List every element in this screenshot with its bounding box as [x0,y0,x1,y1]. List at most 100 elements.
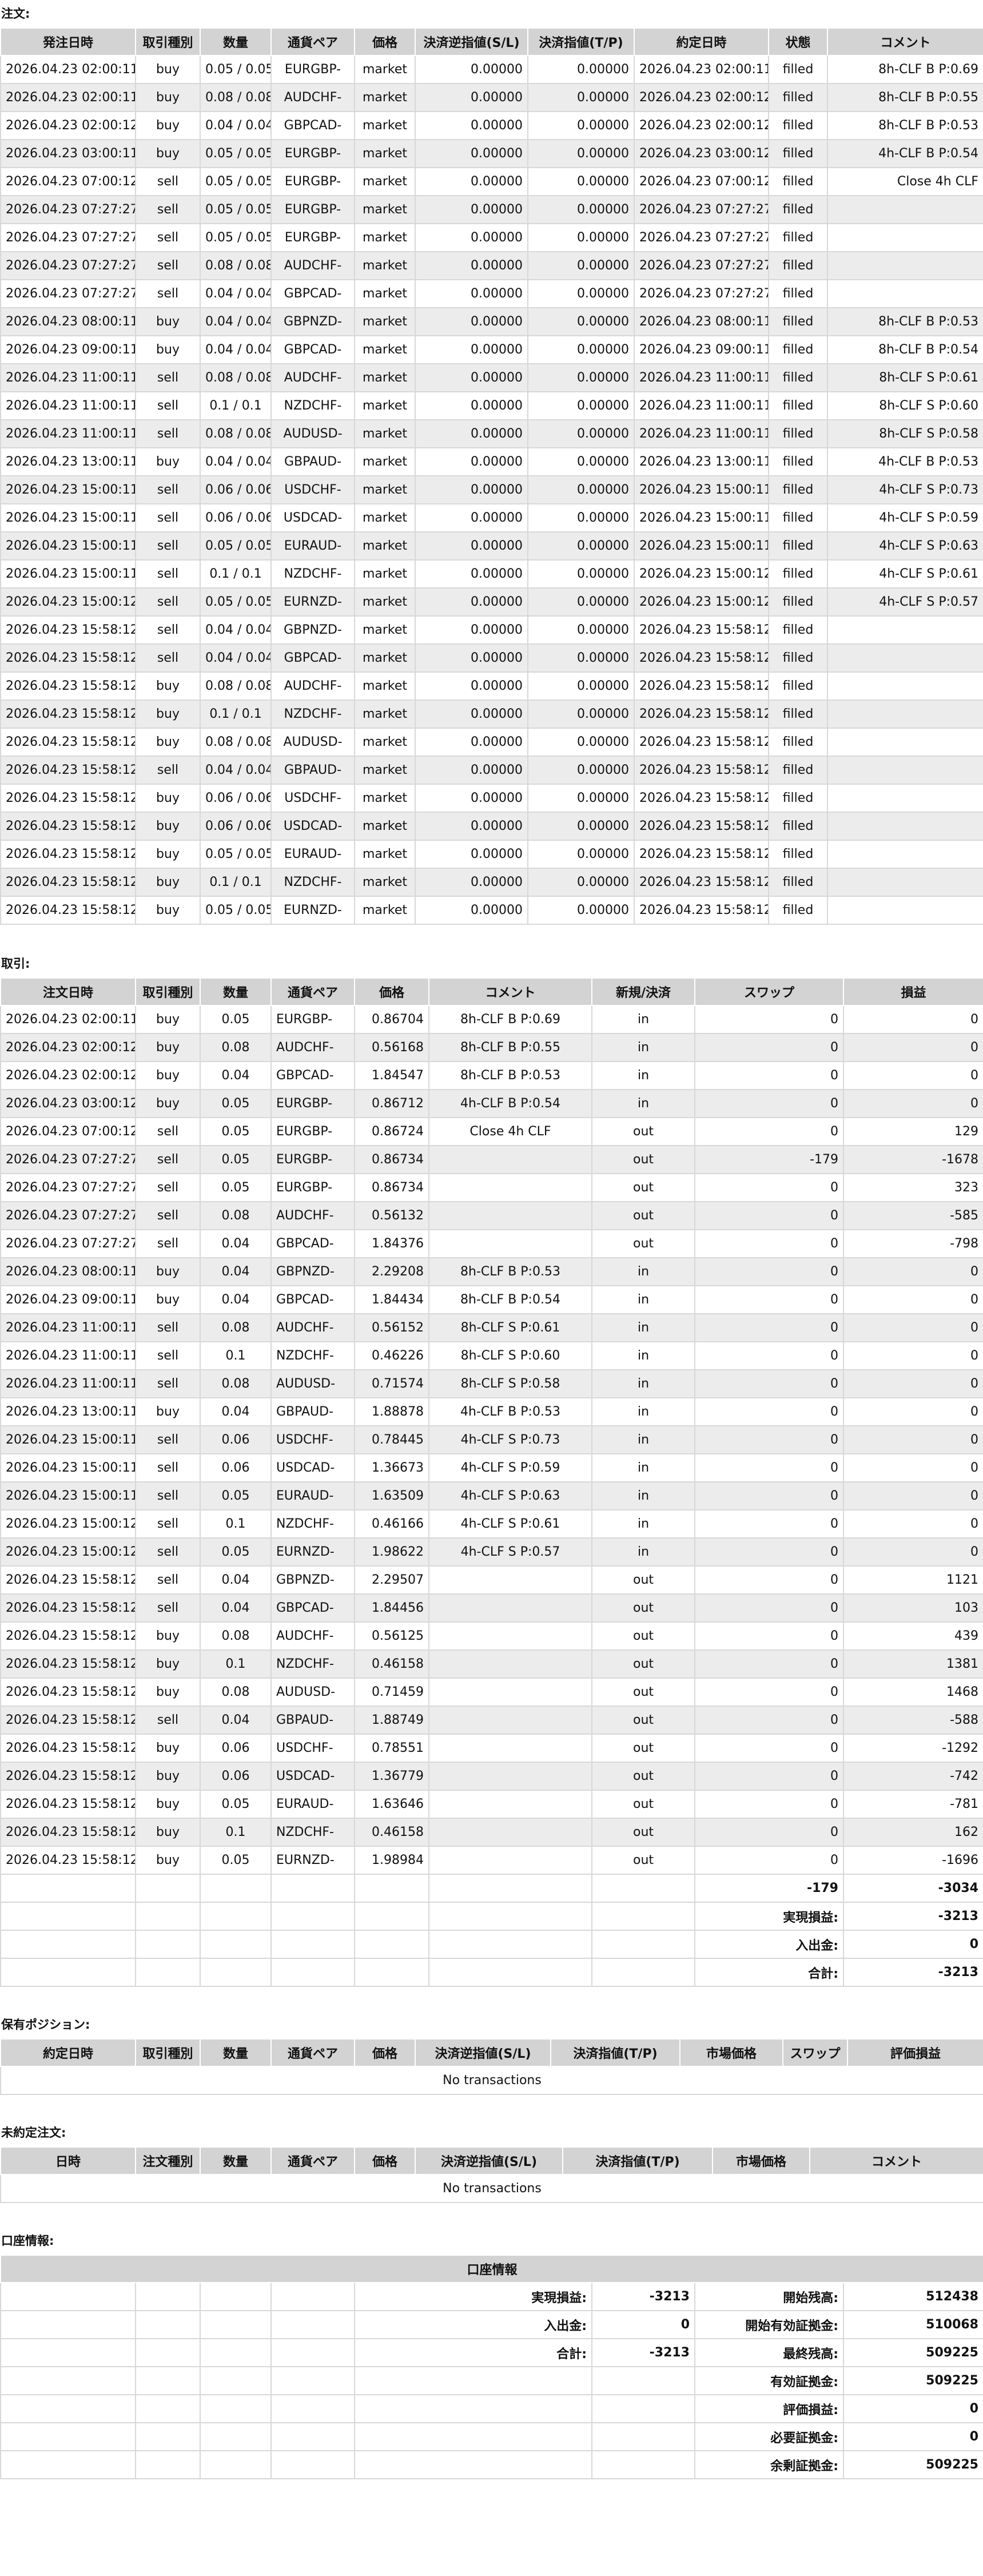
column-header: 新規/決済 [591,977,695,1006]
order-volume: 0.08 / 0.08 [200,671,272,701]
deal-swap: 0 [694,1565,844,1595]
deal-comment: 8h-CLF S P:0.61 [428,1313,592,1342]
order-state: filled [768,419,828,448]
empty-cell [0,2366,136,2395]
deal-swap: 0 [694,1706,844,1735]
deal-type: sell [135,1313,201,1342]
column-header: 決済逆指値(S/L) [415,2038,551,2067]
deal-comment [428,1565,592,1595]
deal-time: 2026.04.23 15:58:12 [0,1593,136,1623]
order-type: buy [135,812,201,841]
account-right-value: 0 [843,2422,983,2451]
deal-comment: 4h-CLF S P:0.73 [428,1425,592,1454]
deal-time: 2026.04.23 15:00:11 [0,1453,136,1482]
column-header: 市場価格 [712,2146,810,2175]
account-row: 有効証拠金: 509225 [0,2366,983,2395]
orders-table: 発注日時 取引種別 数量 通貨ペア 価格 決済逆指値(S/L) 決済指値(T/P) 約定日時状… [0,27,983,925]
order-price: market [354,139,416,168]
order-tp: 0.00000 [527,475,635,504]
table-row: 2026.04.23 02:00:12 buy 0.04 GBPCAD- 1.84547… [0,1061,983,1090]
account-right-label: 余剰証拠金: [694,2450,844,2479]
deal-comment [428,1706,592,1735]
deal-profit: -798 [843,1229,983,1258]
positions-table: 約定日時 取引種別 数量 通貨ペア 価格 決済逆指値(S/L) 決済指値(T/P) 市場価格ス… [0,2038,983,2095]
deal-entry: out [591,1677,695,1707]
order-volume: 0.04 / 0.04 [200,643,272,673]
order-tp: 0.00000 [527,55,635,84]
table-row: 2026.04.23 07:27:27 sell 0.08 / 0.08 AUDCHF… [0,251,983,280]
deal-profit: 0 [843,1397,983,1426]
order-price: market [354,307,416,336]
order-price: market [354,756,416,785]
deal-volume: 0.05 [200,1537,272,1567]
order-tp: 0.00000 [527,615,635,645]
order-time: 2026.04.23 02:00:12 [0,111,136,140]
order-type: sell [135,756,201,785]
deal-entry: in [591,1481,695,1510]
order-tp: 0.00000 [527,728,635,757]
table-row: 2026.04.23 15:58:12 sell 0.04 GBPNZD- 2.2950… [0,1565,983,1595]
order-comment [827,896,983,925]
order-volume: 0.06 / 0.06 [200,475,272,504]
order-time: 2026.04.23 15:00:11 [0,503,136,532]
table-row: 2026.04.23 15:00:12 sell 0.1 NZDCHF- 0.46166… [0,1509,983,1539]
order-volume: 0.1 / 0.1 [200,868,272,897]
deal-volume: 0.04 [200,1397,272,1426]
deal-profit: -742 [843,1762,983,1791]
order-state: filled [768,615,828,645]
order-symbol: NZDCHF- [270,868,355,897]
deal-price: 0.46158 [354,1818,429,1847]
table-row: 2026.04.23 02:00:11 buy 0.05 / 0.05 EURGBP-… [0,55,983,84]
order-sl: 0.00000 [415,896,528,925]
deal-type: sell [135,1453,201,1482]
order-fill-time: 2026.04.23 11:00:11 [634,391,769,420]
deals-body: 2026.04.23 02:00:11 buy 0.05 EURGBP- 0.86704… [0,1005,983,1987]
deal-type: sell [135,1229,201,1258]
account-row: 評価損益: 0 [0,2394,983,2423]
order-sl: 0.00000 [415,167,528,196]
account-row: 入出金: 0 開始有効証拠金: 510068 [0,2310,983,2339]
order-sl: 0.00000 [415,419,528,448]
deal-price: 2.29507 [354,1565,429,1595]
deal-time: 2026.04.23 07:00:12 [0,1117,136,1146]
order-symbol: GBPNZD- [270,615,355,645]
deal-profit: -588 [843,1706,983,1735]
deal-profit: 0 [843,1285,983,1314]
deal-comment [428,1818,592,1847]
order-volume: 0.08 / 0.08 [200,83,272,112]
empty-cell [135,2366,201,2395]
order-tp: 0.00000 [527,447,635,476]
table-row: 2026.04.23 15:58:12 buy 0.1 / 0.1 NZDCHF-ma… [0,699,983,729]
deal-volume: 0.08 [200,1201,272,1230]
empty-cell [135,1874,201,1903]
deal-price: 1.36779 [354,1762,429,1791]
order-sl: 0.00000 [415,195,528,224]
deal-comment [428,1621,592,1651]
deal-price: 0.86712 [354,1089,429,1118]
deal-comment: 4h-CLF S P:0.59 [428,1453,592,1482]
order-state: filled [768,223,828,252]
order-price: market [354,559,416,589]
deal-price: 0.56132 [354,1201,429,1230]
deal-profit: 0 [843,1061,983,1090]
table-row: 2026.04.23 07:27:27 sell 0.04 GBPCAD- 1.8437… [0,1229,983,1258]
table-row: 2026.04.23 15:58:12 buy 0.05 EURAUD- 1.63646… [0,1790,983,1819]
summary-row: 実現損益: -3213 [0,1902,983,1931]
deal-entry: out [591,1145,695,1174]
deal-price: 1.63509 [354,1481,429,1510]
column-header: 決済指値(T/P) [562,2146,713,2175]
order-symbol: AUDUSD- [270,728,355,757]
account-right-value: 509225 [843,2366,983,2395]
empty-cell [200,2282,272,2311]
order-type: sell [135,391,201,420]
order-sl: 0.00000 [415,559,528,589]
deal-volume: 0.06 [200,1762,272,1791]
deal-entry: out [591,1706,695,1735]
table-row: 2026.04.23 15:58:12 buy 0.1 / 0.1 NZDCHF-ma… [0,868,983,897]
deal-time: 2026.04.23 13:00:11 [0,1397,136,1426]
deal-symbol: AUDUSD- [270,1369,355,1398]
deal-entry: out [591,1818,695,1847]
totals-row: -179 -3034 [0,1874,983,1903]
order-volume: 0.04 / 0.04 [200,615,272,645]
deal-time: 2026.04.23 03:00:12 [0,1089,136,1118]
